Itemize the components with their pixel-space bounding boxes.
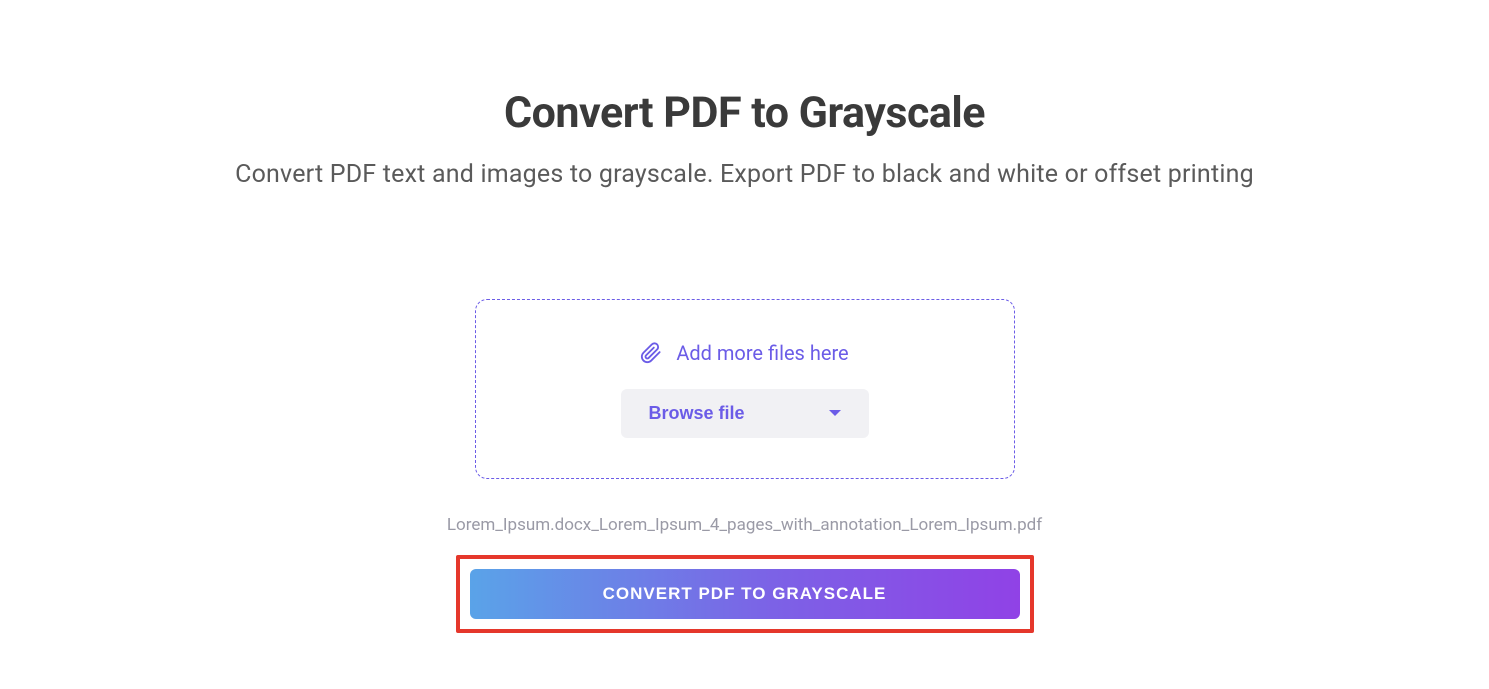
paperclip-icon (640, 342, 662, 364)
chevron-down-icon (829, 410, 841, 416)
browse-file-label: Browse file (649, 403, 745, 424)
page-subtitle: Convert PDF text and images to grayscale… (235, 160, 1254, 189)
add-more-files-label: Add more files here (676, 341, 848, 365)
upload-dropzone[interactable]: Add more files here Browse file (475, 299, 1015, 479)
page-title: Convert PDF to Grayscale (504, 88, 985, 138)
convert-button[interactable]: CONVERT PDF TO GRAYSCALE (470, 569, 1020, 619)
add-more-files-link[interactable]: Add more files here (640, 341, 848, 365)
uploaded-filename: Lorem_Ipsum.docx_Lorem_Ipsum_4_pages_wit… (447, 515, 1042, 535)
convert-highlight-box: CONVERT PDF TO GRAYSCALE (456, 555, 1034, 633)
browse-file-button[interactable]: Browse file (621, 389, 869, 438)
